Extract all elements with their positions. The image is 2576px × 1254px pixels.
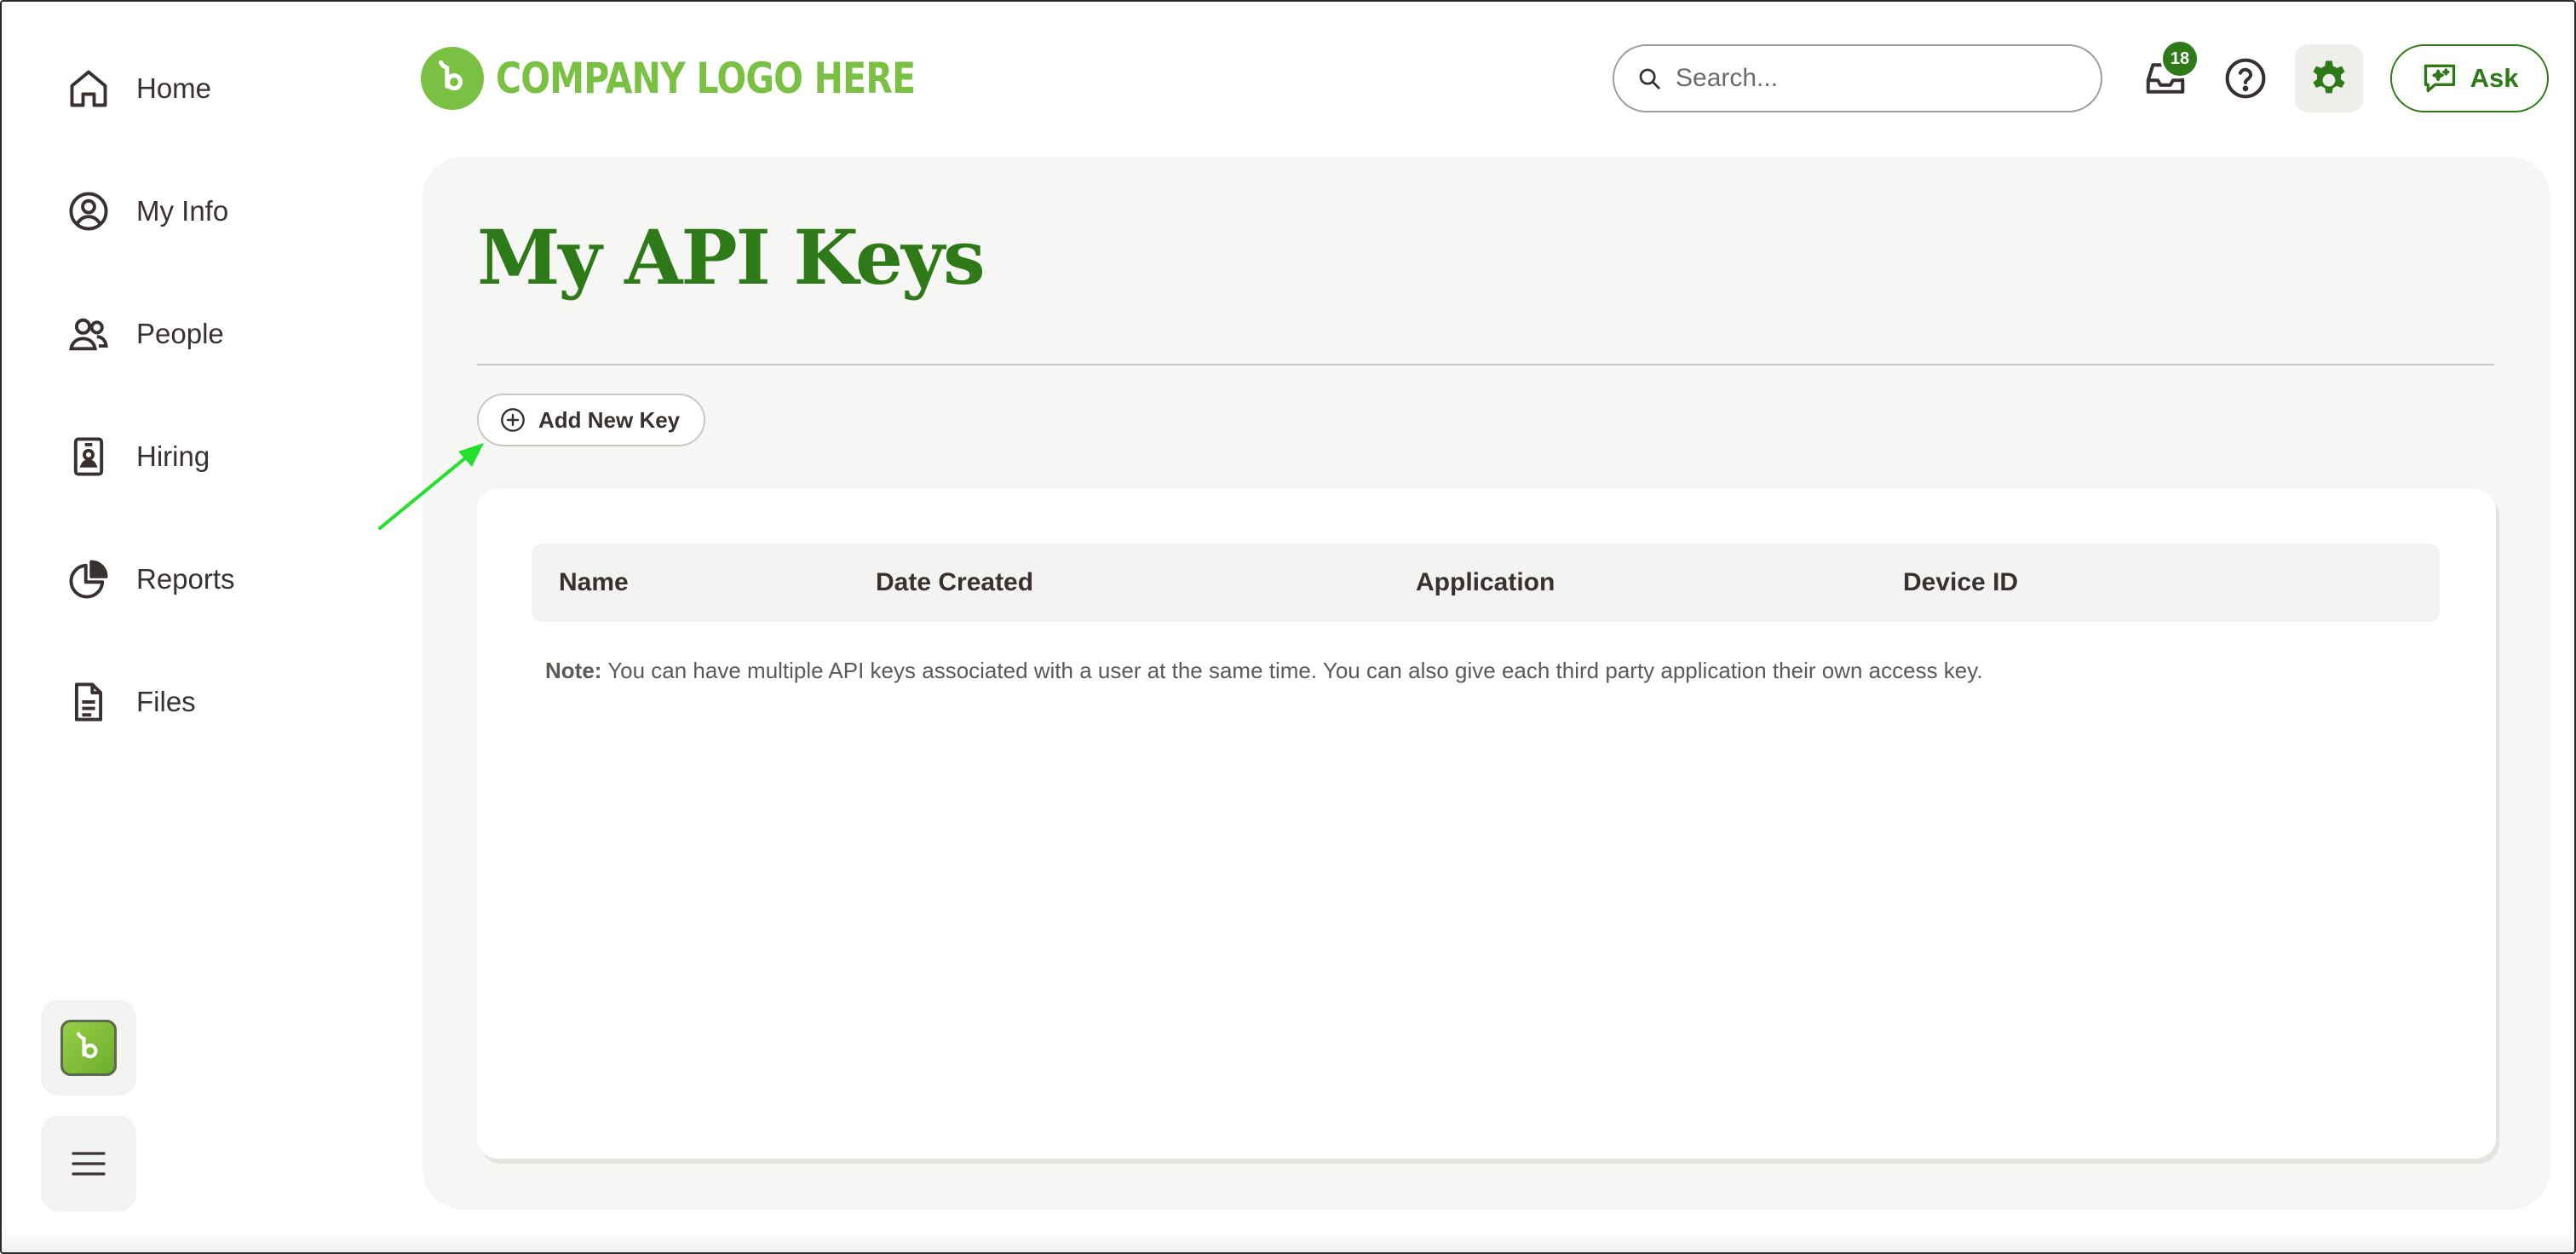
home-icon — [65, 65, 112, 112]
search-box[interactable] — [1613, 44, 2102, 112]
sidebar-item-reports[interactable]: Reports — [65, 545, 371, 613]
column-header-application[interactable]: Application — [1416, 544, 1555, 622]
column-header-date-created[interactable]: Date Created — [876, 544, 1033, 622]
sidebar-item-label: Hiring — [136, 440, 210, 472]
sidebar-item-label: Home — [136, 72, 212, 104]
logo-text: COMPANY LOGO HERE — [496, 54, 916, 103]
title-divider — [477, 364, 2494, 365]
app-logo-icon — [60, 1020, 117, 1076]
file-icon — [65, 678, 112, 726]
help-button[interactable] — [2211, 44, 2280, 112]
page-title: My API Keys — [477, 213, 986, 302]
sidebar-item-hiring[interactable]: Hiring — [65, 423, 371, 491]
add-new-key-label: Add New Key — [538, 406, 681, 433]
annotation-arrow — [378, 443, 484, 530]
ask-button[interactable]: Ask — [2390, 44, 2549, 112]
app-switcher-button[interactable] — [41, 1000, 136, 1096]
ask-chat-sparkle-icon — [2424, 64, 2455, 93]
notification-badge: 18 — [2160, 39, 2199, 78]
sidebar-item-label: Reports — [136, 563, 235, 595]
sidebar-item-people[interactable]: People — [65, 300, 371, 368]
settings-button[interactable] — [2295, 44, 2363, 112]
sidebar: Home My Info People Hiring Reports Files — [0, 0, 400, 1254]
sidebar-item-label: My Info — [136, 195, 229, 227]
search-icon — [1639, 68, 1660, 89]
table-header-row: Name Date Created Application Device ID — [532, 544, 2440, 622]
hamburger-menu-icon — [72, 1152, 106, 1176]
plus-circle-icon — [501, 408, 525, 432]
pie-chart-icon — [65, 555, 112, 603]
sidebar-item-my-info[interactable]: My Info — [65, 177, 371, 245]
company-logo[interactable]: COMPANY LOGO HERE — [421, 44, 1007, 112]
column-header-device-id[interactable]: Device ID — [1903, 544, 2018, 622]
sidebar-item-files[interactable]: Files — [65, 668, 371, 736]
note-text: You can have multiple API keys associate… — [601, 658, 1983, 683]
sidebar-item-home[interactable]: Home — [65, 55, 371, 123]
api-keys-note: Note: You can have multiple API keys ass… — [545, 658, 1983, 684]
add-new-key-button[interactable]: Add New Key — [477, 394, 705, 446]
user-circle-icon — [65, 187, 112, 235]
note-label: Note: — [545, 658, 602, 683]
logo-mark-icon — [421, 47, 484, 110]
people-icon — [65, 310, 112, 358]
id-badge-icon — [65, 433, 112, 480]
sidebar-item-label: People — [136, 318, 224, 349]
column-header-name[interactable]: Name — [559, 544, 629, 622]
search-input[interactable] — [1676, 64, 2076, 93]
gear-icon — [2313, 60, 2345, 94]
menu-button[interactable] — [41, 1116, 136, 1211]
ask-button-label: Ask — [2470, 63, 2519, 93]
sidebar-item-label: Files — [136, 686, 196, 717]
help-icon — [2225, 58, 2266, 99]
bottom-edge-shade — [0, 1230, 2576, 1254]
